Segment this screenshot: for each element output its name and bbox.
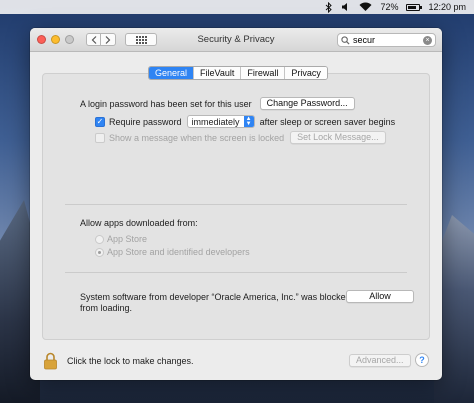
chevron-left-icon (91, 35, 96, 44)
require-password-row: ✓ Require password immediately ▲ ▼ after … (95, 115, 395, 128)
blocked-software-message: System software from developer “Oracle A… (80, 292, 351, 314)
tab-firewall[interactable]: Firewall (240, 67, 285, 79)
allow-apps-heading: Allow apps downloaded from: (80, 218, 198, 228)
lock-icon[interactable] (43, 352, 58, 370)
radio-app-store[interactable] (95, 234, 104, 244)
section-divider-2 (65, 272, 407, 273)
lock-text: Click the lock to make changes. (67, 356, 194, 366)
login-password-row: A login password has been set for this u… (80, 97, 355, 110)
search-field[interactable]: × (337, 33, 436, 47)
zoom-button[interactable] (65, 35, 74, 44)
require-password-label: Require password (109, 116, 182, 127)
require-password-select[interactable]: immediately ▲ ▼ (186, 115, 255, 128)
radio-app-store-row[interactable]: App Store (95, 234, 147, 244)
back-button[interactable] (86, 33, 101, 46)
show-all-button[interactable] (125, 33, 157, 46)
tab-general[interactable]: General (149, 67, 194, 79)
advanced-button[interactable]: Advanced... (349, 354, 411, 367)
battery-icon[interactable] (406, 3, 423, 11)
bluetooth-icon[interactable] (325, 1, 333, 13)
blocked-text-line1: System software from developer “Oracle A… (80, 292, 351, 302)
show-message-label: Show a message when the screen is locked (109, 132, 285, 143)
menubar: 72% 12:20 pm (0, 0, 474, 14)
chevron-right-icon (105, 35, 111, 44)
radio-identified-developers[interactable] (95, 247, 104, 257)
titlebar[interactable]: Security & Privacy × (30, 28, 442, 52)
forward-button[interactable] (101, 33, 116, 46)
window-controls (37, 35, 74, 44)
require-password-value: immediately (191, 116, 240, 127)
volume-icon[interactable] (341, 1, 351, 13)
wifi-icon[interactable] (359, 1, 372, 13)
change-password-button[interactable]: Change Password... (259, 97, 355, 110)
tab-privacy[interactable]: Privacy (284, 67, 327, 79)
clear-search-icon[interactable]: × (423, 35, 432, 45)
section-divider-1 (65, 204, 407, 205)
grid-icon (135, 35, 147, 44)
radio-identified-devs-row[interactable]: App Store and identified developers (95, 247, 250, 257)
set-lock-message-button[interactable]: Set Lock Message... (290, 131, 386, 144)
menubar-clock[interactable]: 12:20 pm (428, 2, 466, 12)
tab-bar: General FileVault Firewall Privacy (148, 66, 328, 80)
radio-app-store-label: App Store (107, 234, 148, 244)
help-button[interactable]: ? (415, 353, 429, 367)
security-privacy-window: Security & Privacy × General FileVault F… (30, 28, 442, 380)
minimize-button[interactable] (51, 35, 60, 44)
radio-identified-developers-label: App Store and identified developers (107, 247, 250, 257)
show-message-row: Show a message when the screen is locked… (95, 131, 386, 144)
blocked-text-line2: from loading. (80, 303, 133, 313)
battery-percent[interactable]: 72% (380, 2, 398, 12)
general-panel: A login password has been set for this u… (42, 73, 430, 340)
updown-arrows-icon: ▲ ▼ (243, 116, 254, 127)
require-password-suffix: after sleep or screen saver begins (259, 116, 396, 127)
nav-buttons (86, 33, 116, 46)
allow-button[interactable]: Allow (346, 290, 414, 303)
close-button[interactable] (37, 35, 46, 44)
require-password-checkbox[interactable]: ✓ (95, 116, 105, 127)
search-input[interactable] (353, 34, 423, 46)
show-message-checkbox[interactable] (95, 132, 105, 143)
login-password-text: A login password has been set for this u… (80, 98, 252, 109)
tab-filevault[interactable]: FileVault (193, 67, 241, 79)
search-icon (341, 35, 350, 45)
